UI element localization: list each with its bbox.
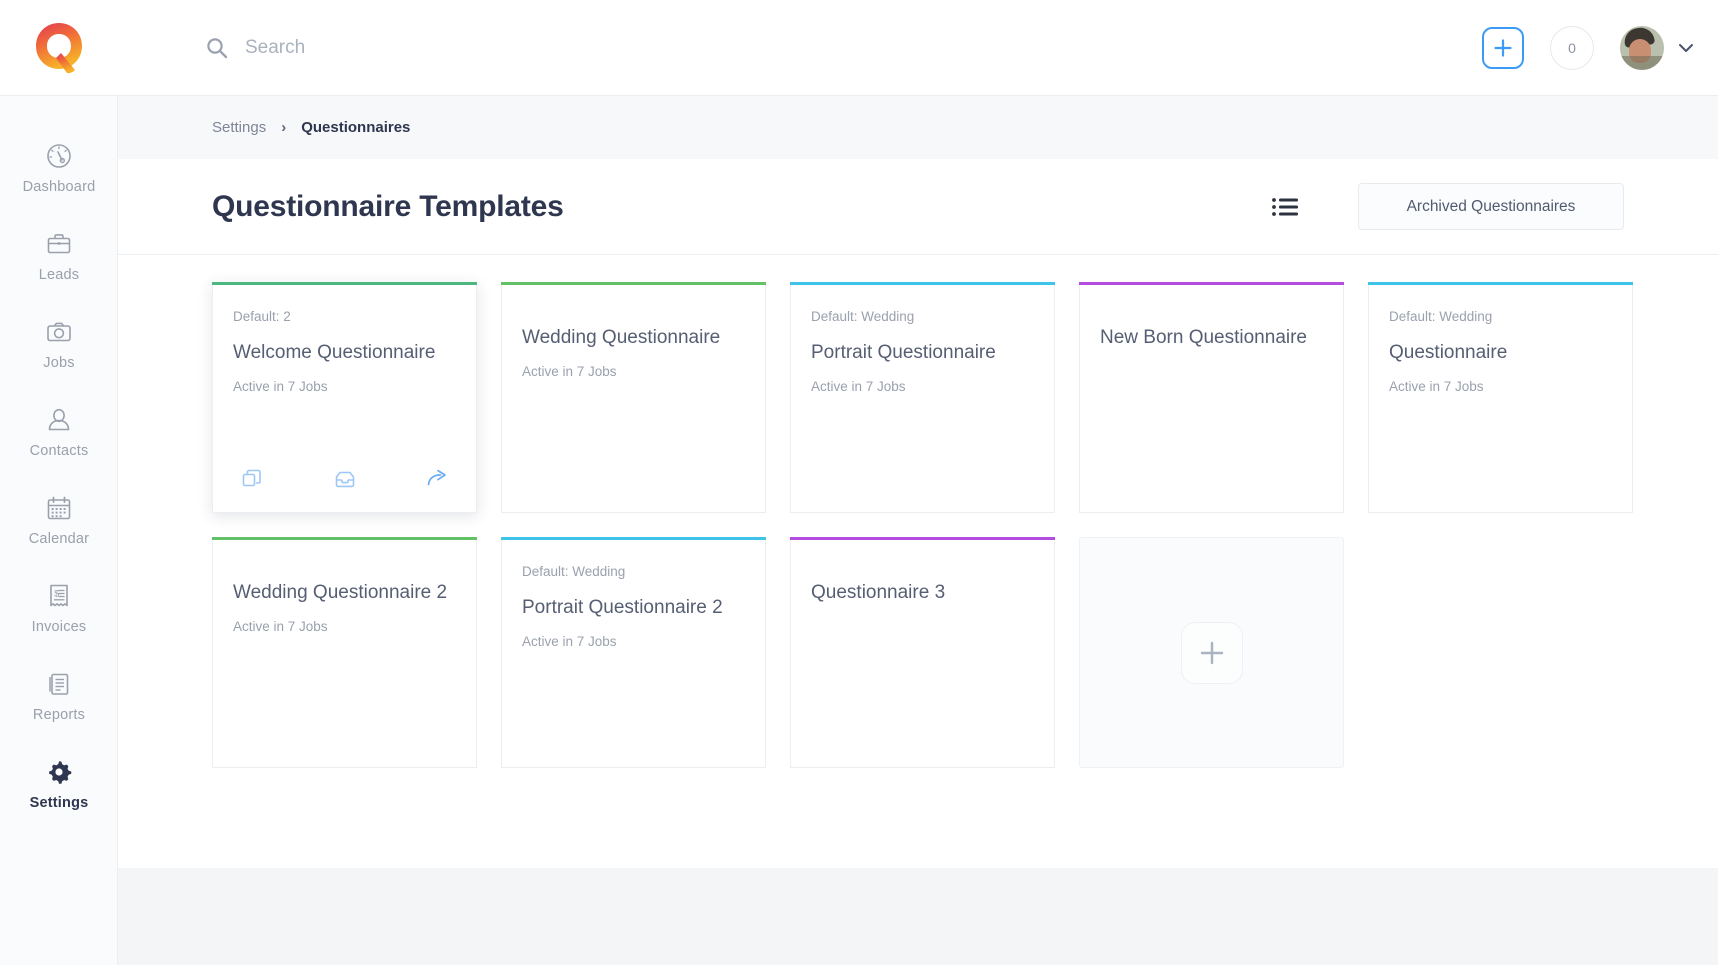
sidebar-item-label: Calendar — [29, 531, 89, 547]
svg-text:$: $ — [54, 589, 59, 599]
person-icon — [45, 406, 73, 434]
card-accent-bar — [1368, 282, 1633, 285]
search-container[interactable] — [206, 37, 605, 59]
questionnaire-card[interactable]: New Born Questionnaire — [1079, 282, 1344, 513]
add-questionnaire-card[interactable] — [1079, 537, 1344, 768]
sidebar-item-label: Jobs — [43, 355, 74, 371]
briefcase-icon — [45, 230, 73, 258]
panel-header: Questionnaire Templates Archived Questio… — [118, 159, 1718, 255]
sidebar-item-settings[interactable]: Settings — [0, 758, 118, 811]
sidebar-item-label: Reports — [33, 707, 85, 723]
breadcrumb-settings[interactable]: Settings — [212, 119, 266, 136]
breadcrumb-questionnaires: Questionnaires — [301, 119, 410, 136]
questionnaire-card[interactable]: Default: 2 Welcome Questionnaire Active … — [212, 282, 477, 513]
panel-header-actions: Archived Questionnaires — [1272, 183, 1624, 230]
questionnaire-card[interactable]: Questionnaire 3 — [790, 537, 1055, 768]
card-subtitle: Active in 7 Jobs — [233, 379, 456, 394]
questionnaire-card[interactable]: Default: Wedding Questionnaire Active in… — [1368, 282, 1633, 513]
questionnaire-grid: Default: 2 Welcome Questionnaire Active … — [118, 255, 1718, 768]
questionnaire-card[interactable]: Wedding Questionnaire Active in 7 Jobs — [501, 282, 766, 513]
sidebar-item-label: Invoices — [32, 619, 87, 635]
q-logo-icon — [31, 20, 87, 76]
card-accent-bar — [1079, 282, 1344, 285]
speedometer-icon — [45, 142, 73, 170]
questionnaire-card[interactable]: Wedding Questionnaire 2 Active in 7 Jobs — [212, 537, 477, 768]
card-title: Wedding Questionnaire 2 — [233, 582, 456, 605]
card-subtitle: Active in 7 Jobs — [522, 364, 745, 379]
card-subtitle: Active in 7 Jobs — [233, 619, 456, 634]
card-accent-bar — [212, 537, 477, 540]
plus-icon — [1492, 37, 1514, 59]
card-subtitle: Active in 7 Jobs — [811, 379, 1034, 394]
sidebar-item-dashboard[interactable]: Dashboard — [0, 142, 118, 195]
card-subtitle: Active in 7 Jobs — [1389, 379, 1612, 394]
card-title: Portrait Questionnaire 2 — [522, 597, 745, 620]
chevron-down-icon — [1678, 42, 1694, 54]
logo-container[interactable] — [0, 0, 118, 96]
list-view-icon[interactable] — [1272, 197, 1298, 217]
gear-icon — [45, 758, 73, 786]
top-bar-actions: 0 — [1482, 26, 1718, 70]
card-accent-bar — [212, 282, 477, 285]
receipt-dollar-icon: $ — [45, 582, 73, 610]
document-lines-icon — [45, 670, 73, 698]
card-default-label: Default: Wedding — [522, 564, 745, 579]
sidebar: Dashboard Leads Jobs Contacts — [0, 96, 118, 965]
card-actions — [233, 468, 456, 490]
questionnaire-card[interactable]: Default: Wedding Portrait Questionnaire … — [501, 537, 766, 768]
add-button[interactable] — [1482, 27, 1524, 69]
sidebar-item-invoices[interactable]: $ Invoices — [0, 582, 118, 635]
card-default-label: Default: 2 — [233, 309, 456, 324]
notification-badge[interactable]: 0 — [1550, 26, 1594, 70]
sidebar-item-label: Leads — [39, 267, 80, 283]
card-title: Portrait Questionnaire — [811, 342, 1034, 365]
avatar — [1620, 26, 1664, 70]
card-title: New Born Questionnaire — [1100, 327, 1323, 350]
sidebar-item-leads[interactable]: Leads — [0, 230, 118, 283]
sidebar-item-jobs[interactable]: Jobs — [0, 318, 118, 371]
notification-count: 0 — [1568, 40, 1576, 56]
share-icon[interactable] — [426, 468, 448, 490]
archive-icon[interactable] — [334, 468, 356, 490]
card-title: Welcome Questionnaire — [233, 342, 456, 365]
plus-icon — [1197, 638, 1227, 668]
card-title: Wedding Questionnaire — [522, 327, 745, 350]
main-content: Settings › Questionnaires Questionnaire … — [118, 96, 1718, 965]
breadcrumb-separator-icon: › — [281, 119, 286, 136]
card-accent-bar — [501, 537, 766, 540]
card-subtitle: Active in 7 Jobs — [522, 634, 745, 649]
user-menu[interactable] — [1620, 26, 1694, 70]
card-title: Questionnaire — [1389, 342, 1612, 365]
card-accent-bar — [790, 537, 1055, 540]
calendar-icon — [45, 494, 73, 522]
card-accent-bar — [501, 282, 766, 285]
sidebar-item-label: Contacts — [30, 443, 89, 459]
sidebar-item-calendar[interactable]: Calendar — [0, 494, 118, 547]
card-accent-bar — [790, 282, 1055, 285]
top-bar: 0 — [0, 0, 1718, 96]
sidebar-item-reports[interactable]: Reports — [0, 670, 118, 723]
questionnaire-card[interactable]: Default: Wedding Portrait Questionnaire … — [790, 282, 1055, 513]
search-input[interactable] — [245, 37, 605, 59]
add-questionnaire-button[interactable] — [1181, 622, 1243, 684]
page-title: Questionnaire Templates — [212, 190, 564, 224]
archived-questionnaires-button[interactable]: Archived Questionnaires — [1358, 183, 1624, 230]
card-default-label: Default: Wedding — [811, 309, 1034, 324]
sidebar-item-label: Settings — [30, 795, 89, 811]
card-title: Questionnaire 3 — [811, 582, 1034, 605]
card-default-label: Default: Wedding — [1389, 309, 1612, 324]
sidebar-item-label: Dashboard — [23, 179, 96, 195]
content-panel: Questionnaire Templates Archived Questio… — [118, 159, 1718, 868]
duplicate-icon[interactable] — [241, 468, 263, 490]
search-icon — [206, 37, 228, 59]
sidebar-item-contacts[interactable]: Contacts — [0, 406, 118, 459]
breadcrumb: Settings › Questionnaires — [118, 96, 1718, 159]
camera-icon — [45, 318, 73, 346]
